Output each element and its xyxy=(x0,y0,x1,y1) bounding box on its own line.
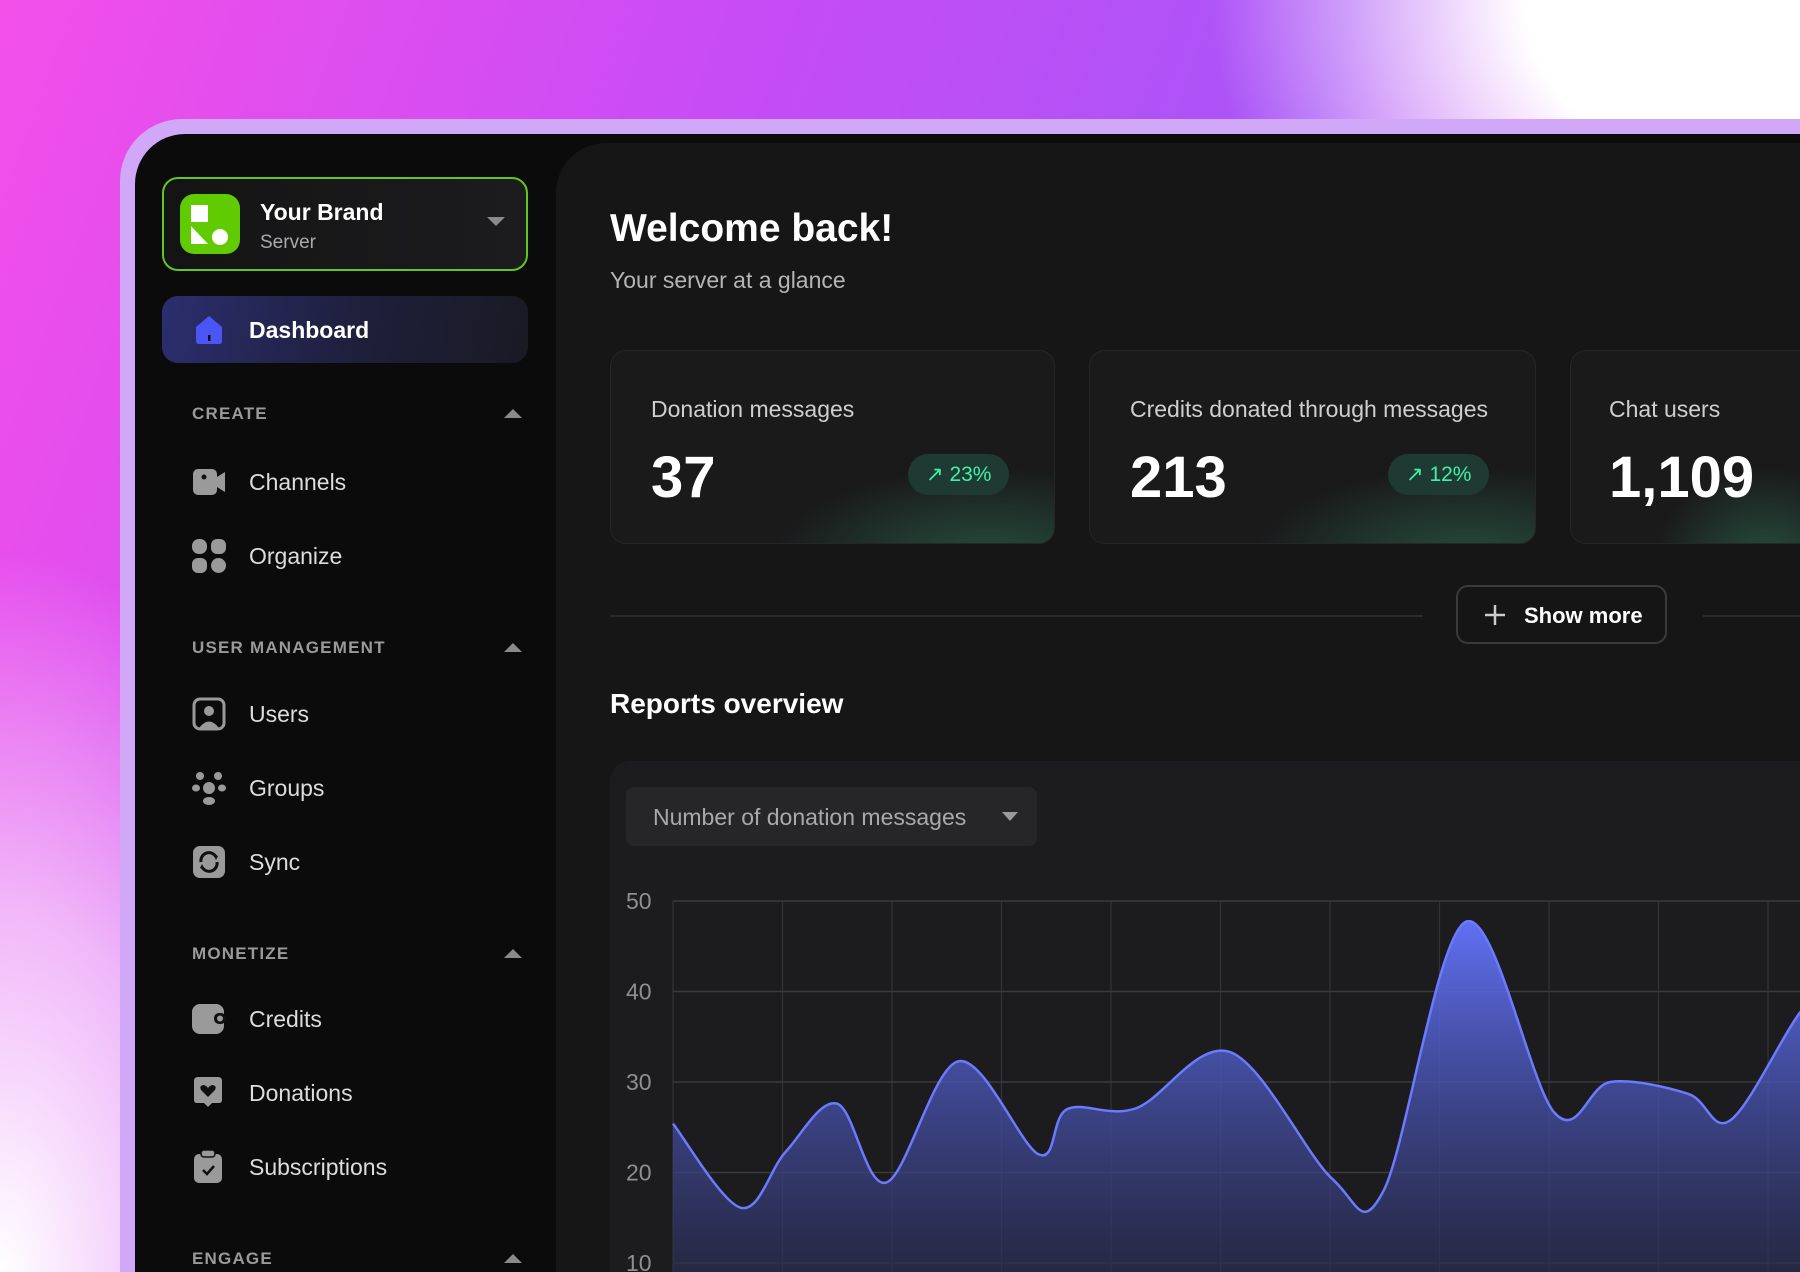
y-tick-label: 40 xyxy=(626,979,652,1005)
y-tick-label: 10 xyxy=(626,1250,652,1272)
y-tick-label: 20 xyxy=(626,1160,652,1186)
y-tick-label: 50 xyxy=(626,888,652,914)
area-fill xyxy=(673,921,1800,1272)
donation-messages-chart: 50 40 30 20 10 xyxy=(626,888,1800,1272)
y-tick-label: 30 xyxy=(626,1069,652,1095)
